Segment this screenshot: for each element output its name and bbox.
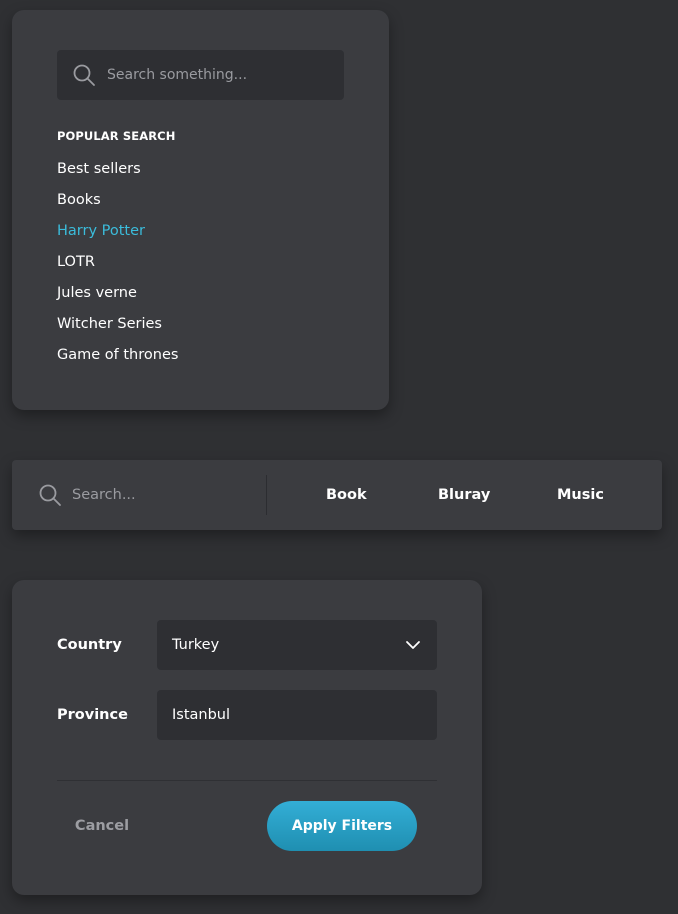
search-icon	[73, 64, 95, 86]
apply-filters-button[interactable]: Apply Filters	[267, 801, 417, 851]
search-icon	[39, 484, 61, 506]
popular-item-game-of-thrones[interactable]: Game of thrones	[57, 344, 178, 375]
popular-item-harry-potter[interactable]: Harry Potter	[57, 220, 178, 251]
province-field[interactable]	[157, 690, 437, 740]
category-search-input[interactable]	[72, 470, 257, 520]
popular-search-heading: POPULAR SEARCH	[57, 129, 176, 143]
country-select-value: Turkey	[172, 637, 220, 653]
popular-item-jules-verne[interactable]: Jules verne	[57, 282, 178, 313]
category-book[interactable]: Book	[326, 460, 367, 530]
province-label: Province	[57, 707, 128, 723]
category-bluray[interactable]: Bluray	[438, 460, 490, 530]
filters-card: Country Turkey Province Cancel Apply Fil…	[12, 580, 482, 895]
province-input[interactable]	[172, 690, 422, 740]
popular-search-box[interactable]	[57, 50, 344, 100]
search-bar-divider	[266, 475, 267, 515]
category-music[interactable]: Music	[557, 460, 604, 530]
popular-item-books[interactable]: Books	[57, 189, 178, 220]
popular-search-input[interactable]	[107, 50, 332, 100]
category-search-bar: Book Bluray Music	[12, 460, 662, 530]
country-label: Country	[57, 637, 122, 653]
country-select[interactable]: Turkey	[157, 620, 437, 670]
popular-item-witcher-series[interactable]: Witcher Series	[57, 313, 178, 344]
popular-item-lotr[interactable]: LOTR	[57, 251, 178, 282]
cancel-button[interactable]: Cancel	[57, 801, 147, 851]
popular-search-list: Best sellers Books Harry Potter LOTR Jul…	[57, 158, 178, 375]
filters-divider	[57, 780, 437, 781]
popular-item-best-sellers[interactable]: Best sellers	[57, 158, 178, 189]
popular-search-card: POPULAR SEARCH Best sellers Books Harry …	[12, 10, 389, 410]
chevron-down-icon	[406, 641, 420, 649]
